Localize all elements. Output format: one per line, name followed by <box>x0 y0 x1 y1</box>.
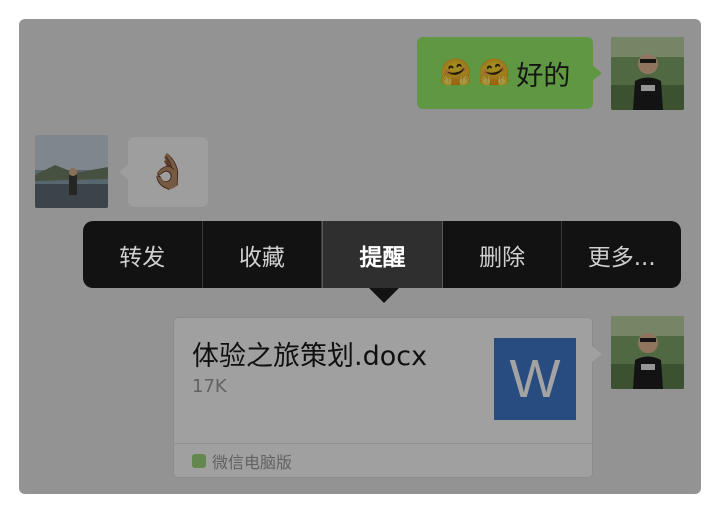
self-avatar-photo <box>611 37 684 110</box>
menu-item-more[interactable]: 更多... <box>562 221 681 288</box>
contact-avatar[interactable] <box>35 135 108 208</box>
menu-item-favorite[interactable]: 收藏 <box>203 221 323 288</box>
menu-item-remind[interactable]: 提醒 <box>322 221 443 288</box>
sent-message-bubble[interactable]: 🤗 🤗 好的 <box>417 37 602 109</box>
message-context-menu: 转发 收藏 提醒 删除 更多... <box>83 221 681 303</box>
self-avatar[interactable] <box>611 316 684 389</box>
file-size: 17K <box>192 376 227 397</box>
chat-window: 🤗 🤗 好的 👌🏽 体验之旅策划.docx 17K W 微信电脑版 转发 收藏 … <box>19 19 701 494</box>
received-message-bubble[interactable]: 👌🏽 <box>119 137 208 207</box>
hug-emoji: 🤗 <box>439 58 472 88</box>
file-source-footer: 微信电脑版 <box>174 443 592 477</box>
self-avatar-photo <box>611 316 684 389</box>
menu-item-forward[interactable]: 转发 <box>83 221 203 288</box>
sent-message-text: 好的 <box>516 60 571 92</box>
self-avatar[interactable] <box>611 37 684 110</box>
menu-item-delete[interactable]: 删除 <box>443 221 563 288</box>
word-document-icon: W <box>494 338 576 420</box>
ok-hand-emoji: 👌🏽 <box>146 152 190 192</box>
hug-emoji: 🤗 <box>478 58 511 88</box>
wechat-pc-icon <box>192 453 206 468</box>
file-name: 体验之旅策划.docx <box>192 341 428 372</box>
contact-avatar-photo <box>35 135 108 208</box>
file-message-card[interactable]: 体验之旅策划.docx 17K W 微信电脑版 <box>173 317 602 478</box>
file-source-label: 微信电脑版 <box>212 452 293 472</box>
